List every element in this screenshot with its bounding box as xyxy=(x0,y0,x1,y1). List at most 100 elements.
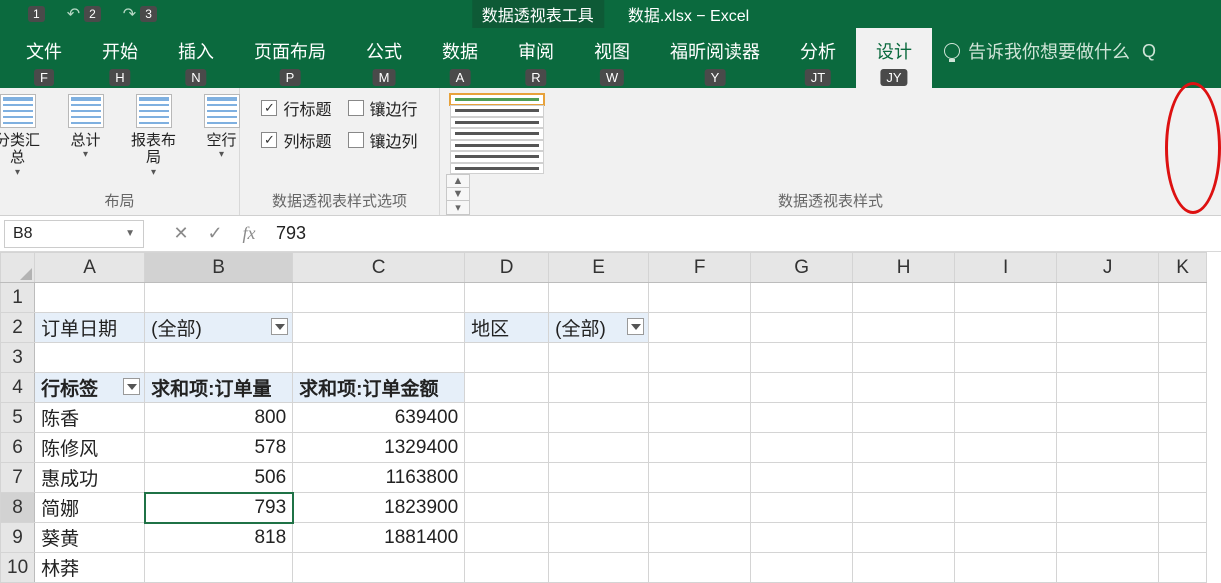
tab-insert[interactable]: 插入N xyxy=(158,28,234,88)
tab-design[interactable]: 设计JY xyxy=(856,28,932,88)
blank-rows-icon xyxy=(204,94,240,128)
group-label: 数据透视表样式 xyxy=(440,190,1221,211)
chevron-down-icon: ▾ xyxy=(83,149,88,160)
style-thumb[interactable] xyxy=(450,128,544,139)
cell[interactable]: 578 xyxy=(145,433,293,463)
cell[interactable]: 1329400 xyxy=(293,433,465,463)
cell[interactable]: 惠成功 xyxy=(35,463,145,493)
gallery-up-button[interactable]: ▲ xyxy=(447,175,469,188)
col-header[interactable]: B xyxy=(145,253,293,283)
cancel-formula-button[interactable]: ✕ xyxy=(164,223,198,244)
cell[interactable]: 葵黄 xyxy=(35,523,145,553)
tab-view[interactable]: 视图W xyxy=(574,28,650,88)
formula-bar: B8▼ ✕ ✓ fx 793 xyxy=(0,216,1221,252)
banded-rows-checkbox[interactable]: 镶边行 xyxy=(348,96,418,120)
group-label: 布局 xyxy=(0,190,239,211)
row-header[interactable]: 1 xyxy=(1,283,35,313)
cell[interactable]: 1823900 xyxy=(293,493,465,523)
col-header[interactable]: K xyxy=(1159,253,1207,283)
grand-totals-button[interactable]: 总计▾ xyxy=(59,94,113,178)
style-thumb[interactable] xyxy=(450,151,544,162)
col-header[interactable]: G xyxy=(751,253,853,283)
qat-item[interactable]: 1 xyxy=(28,4,45,24)
cell[interactable]: 地区 xyxy=(465,313,549,343)
subtotals-icon xyxy=(0,94,36,128)
col-header[interactable]: C xyxy=(293,253,465,283)
cell[interactable]: 陈香 xyxy=(35,403,145,433)
cell[interactable]: 订单日期 xyxy=(35,313,145,343)
row-header[interactable]: 3 xyxy=(1,343,35,373)
row-header[interactable]: 7 xyxy=(1,463,35,493)
cell[interactable]: 行标签 xyxy=(35,373,145,403)
row-header[interactable]: 9 xyxy=(1,523,35,553)
cell[interactable]: 陈修风 xyxy=(35,433,145,463)
tab-data[interactable]: 数据A xyxy=(422,28,498,88)
style-thumb[interactable] xyxy=(450,140,544,151)
tab-foxit[interactable]: 福昕阅读器Y xyxy=(650,28,780,88)
col-header[interactable]: D xyxy=(465,253,549,283)
cell[interactable] xyxy=(145,553,293,583)
cell[interactable]: 506 xyxy=(145,463,293,493)
cell[interactable]: 林莽 xyxy=(35,553,145,583)
worksheet-grid[interactable]: A B C D E F G H I J K 1 2 订单日期 (全部) 地区 (… xyxy=(0,252,1221,583)
group-label: 数据透视表样式选项 xyxy=(240,190,439,211)
style-thumb[interactable] xyxy=(450,94,544,105)
style-thumb[interactable] xyxy=(450,105,544,116)
col-header[interactable]: J xyxy=(1057,253,1159,283)
name-box[interactable]: B8▼ xyxy=(4,220,144,248)
row-headers-checkbox[interactable]: ✓行标题 xyxy=(261,96,331,120)
filter-dropdown[interactable] xyxy=(627,318,644,335)
qat-undo[interactable]: ↶2 xyxy=(67,4,101,24)
cell[interactable]: (全部) xyxy=(549,313,649,343)
row-header[interactable]: 2 xyxy=(1,313,35,343)
fx-button[interactable]: fx xyxy=(232,223,266,244)
subtotals-button[interactable]: 分类汇总▾ xyxy=(0,94,45,178)
tab-home[interactable]: 开始H xyxy=(82,28,158,88)
row-header[interactable]: 10 xyxy=(1,553,35,583)
col-header[interactable]: H xyxy=(853,253,955,283)
row-header[interactable]: 8 xyxy=(1,493,35,523)
col-header[interactable]: A xyxy=(35,253,145,283)
row-header[interactable]: 6 xyxy=(1,433,35,463)
tab-page-layout[interactable]: 页面布局P xyxy=(234,28,346,88)
qat-redo[interactable]: ↷3 xyxy=(123,4,157,24)
col-header[interactable]: F xyxy=(649,253,751,283)
cell[interactable]: (全部) xyxy=(145,313,293,343)
report-layout-button[interactable]: 报表布局▾ xyxy=(127,94,181,178)
tab-review[interactable]: 审阅R xyxy=(498,28,574,88)
cell[interactable]: 1881400 xyxy=(293,523,465,553)
chevron-down-icon: ▾ xyxy=(15,167,20,178)
cell[interactable]: 639400 xyxy=(293,403,465,433)
row-header[interactable]: 4 xyxy=(1,373,35,403)
redo-icon: ↷ xyxy=(123,4,136,24)
cell[interactable] xyxy=(293,553,465,583)
style-thumb[interactable] xyxy=(450,117,544,128)
filter-dropdown[interactable] xyxy=(271,318,288,335)
tab-formulas[interactable]: 公式M xyxy=(346,28,422,88)
col-header[interactable]: I xyxy=(955,253,1057,283)
cell[interactable]: 求和项:订单量 xyxy=(145,373,293,403)
group-style-options: ✓行标题 镶边行 ✓列标题 镶边列 数据透视表样式选项 xyxy=(240,88,440,215)
title-bar: 1 ↶2 ↷3 数据透视表工具 数据.xlsx − Excel xyxy=(0,0,1221,28)
filter-dropdown[interactable] xyxy=(123,378,140,395)
col-headers-checkbox[interactable]: ✓列标题 xyxy=(261,128,331,152)
tab-file[interactable]: 文件F xyxy=(6,28,82,88)
col-header[interactable]: E xyxy=(549,253,649,283)
ribbon-body: 分类汇总▾ 总计▾ 报表布局▾ 空行▾ 布局 ✓行标题 镶边行 ✓列标题 镶边列… xyxy=(0,88,1221,216)
cell[interactable]: 1163800 xyxy=(293,463,465,493)
tab-analyze[interactable]: 分析JT xyxy=(780,28,856,88)
banded-cols-checkbox[interactable]: 镶边列 xyxy=(348,128,418,152)
select-all-corner[interactable] xyxy=(1,253,35,283)
accept-formula-button[interactable]: ✓ xyxy=(198,223,232,244)
row-header[interactable]: 5 xyxy=(1,403,35,433)
active-cell[interactable]: 793 xyxy=(145,493,293,523)
cell[interactable]: 818 xyxy=(145,523,293,553)
title-center: 数据透视表工具 数据.xlsx − Excel xyxy=(472,0,749,30)
cell[interactable]: 800 xyxy=(145,403,293,433)
tell-me[interactable]: 告诉我你想要做什么 Q xyxy=(932,28,1168,64)
lightbulb-icon xyxy=(944,43,960,59)
cell[interactable]: 求和项:订单金额 xyxy=(293,373,465,403)
style-thumb[interactable] xyxy=(450,163,544,174)
formula-input[interactable]: 793 xyxy=(266,223,1221,244)
cell[interactable]: 简娜 xyxy=(35,493,145,523)
